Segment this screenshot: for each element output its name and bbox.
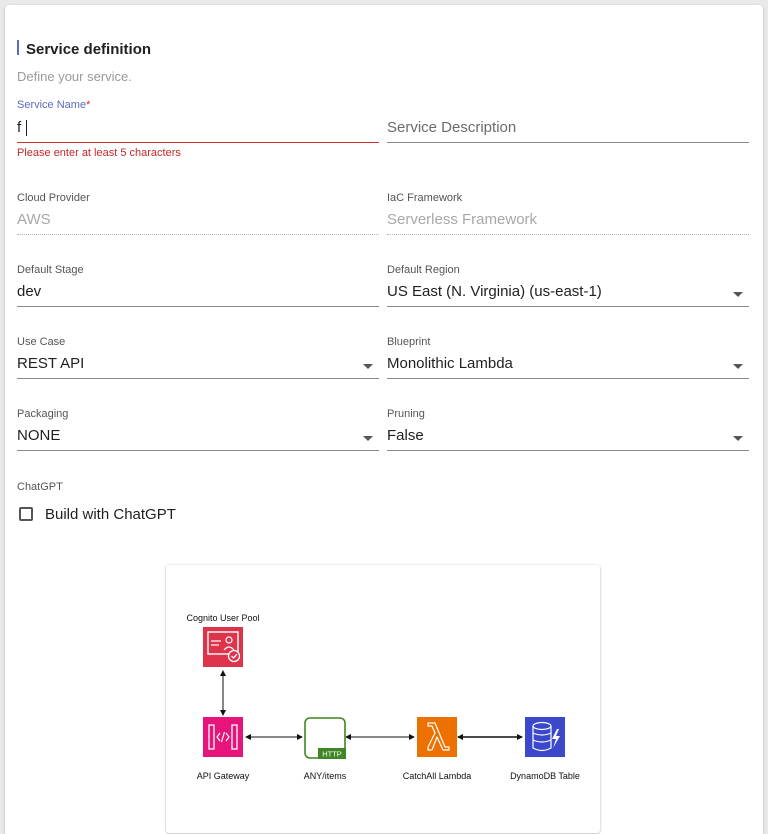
packaging-underline: [17, 450, 379, 451]
dropdown-arrow-icon: [363, 364, 373, 369]
build-with-chatgpt-option[interactable]: Build with ChatGPT: [17, 505, 197, 525]
blueprint-label: Blueprint: [387, 336, 431, 348]
cognito-icon: [203, 627, 243, 667]
blueprint-underline: [387, 378, 749, 379]
service-name-input[interactable]: f: [17, 118, 379, 144]
catchall-lambda-label: CatchAll Lambda: [402, 771, 472, 781]
text-caret: [26, 120, 27, 136]
dynamodb-icon: [525, 717, 565, 757]
service-description-underline: [387, 142, 749, 143]
service-definition-card: Service definition Define your service. …: [5, 5, 763, 834]
required-mark: *: [86, 99, 91, 111]
default-stage-underline: [17, 306, 379, 307]
dynamodb-table-label: DynamoDB Table: [510, 771, 580, 781]
pruning-underline: [387, 450, 749, 451]
default-stage-value: dev: [17, 283, 42, 300]
iac-framework-underline: [387, 234, 749, 235]
default-stage-input[interactable]: dev: [17, 281, 379, 307]
default-stage-label: Default Stage: [17, 264, 84, 276]
service-description-placeholder: Service Description: [387, 119, 517, 136]
blueprint-value: Monolithic Lambda: [387, 355, 513, 372]
architecture-diagram-canvas: HTTP: [203, 627, 565, 759]
build-with-chatgpt-checkbox[interactable]: [19, 507, 33, 521]
dropdown-arrow-icon: [733, 436, 743, 441]
service-description-input[interactable]: Service Description: [387, 118, 749, 144]
lambda-icon: [417, 717, 457, 757]
service-name-label: Service Name*: [17, 99, 91, 111]
section-subtitle: Define your service.: [17, 69, 132, 84]
cloud-provider-value: AWS: [17, 211, 51, 228]
http-endpoint-icon: HTTP: [304, 717, 346, 759]
packaging-label: Packaging: [17, 408, 69, 420]
chatgpt-label: ChatGPT: [17, 481, 63, 493]
any-items-label: ANY/items: [303, 771, 347, 781]
iac-framework-label: IaC Framework: [387, 192, 463, 204]
packaging-value: NONE: [17, 427, 61, 444]
default-region-value: US East (N. Virginia) (us-east-1): [387, 283, 602, 300]
packaging-select[interactable]: NONE: [17, 425, 379, 451]
use-case-value: REST API: [17, 355, 85, 372]
cloud-provider-label: Cloud Provider: [17, 192, 90, 204]
service-name-error: Please enter at least 5 characters: [17, 147, 181, 159]
dropdown-arrow-icon: [363, 436, 373, 441]
default-region-label: Default Region: [387, 264, 460, 276]
section-accent-bar: [17, 40, 19, 55]
pruning-select[interactable]: False: [387, 425, 749, 451]
default-region-select[interactable]: US East (N. Virginia) (us-east-1): [387, 281, 749, 307]
iac-framework-value: Serverless Framework: [387, 211, 538, 228]
pruning-value: False: [387, 427, 424, 444]
pruning-label: Pruning: [387, 408, 425, 420]
api-gateway-icon: [203, 717, 243, 757]
dropdown-arrow-icon: [733, 364, 743, 369]
cloud-provider-underline: [17, 234, 379, 235]
use-case-select[interactable]: REST API: [17, 353, 379, 379]
blueprint-select[interactable]: Monolithic Lambda: [387, 353, 749, 379]
service-name-underline: [17, 142, 379, 143]
use-case-underline: [17, 378, 379, 379]
build-with-chatgpt-label: Build with ChatGPT: [45, 506, 176, 523]
default-region-underline: [387, 306, 749, 307]
use-case-label: Use Case: [17, 336, 66, 348]
api-gateway-label: API Gateway: [196, 771, 250, 781]
svg-text:HTTP: HTTP: [322, 750, 342, 759]
section-title: Service definition: [26, 41, 152, 58]
architecture-diagram: HTTP Cognito User Pool API Gateway ANY/i…: [166, 565, 600, 833]
dropdown-arrow-icon: [733, 292, 743, 297]
service-name-value: f: [17, 119, 22, 136]
cognito-label: Cognito User Pool: [186, 613, 260, 623]
